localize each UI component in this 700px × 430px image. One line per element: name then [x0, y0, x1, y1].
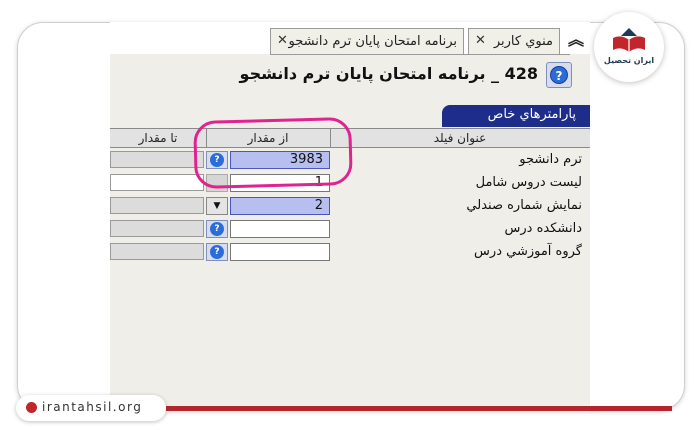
- tab-user-menu[interactable]: ✕ منوي کاربر: [468, 28, 560, 54]
- param-row-seat-number: ▼ 2 نمايش شماره صندلي: [110, 195, 590, 217]
- to-value-field: [110, 220, 204, 237]
- field-label: دانشکده درس: [504, 221, 583, 236]
- param-row-course-list: 1 ليست دروس شامل: [110, 172, 590, 194]
- help-button[interactable]: ?: [546, 62, 572, 88]
- from-value-field[interactable]: [230, 220, 330, 238]
- chevron-up-icon[interactable]: ︽: [566, 30, 586, 50]
- to-value-field: [110, 197, 204, 214]
- to-value-field: [110, 243, 204, 260]
- site-url: irantahsil.org: [42, 400, 143, 414]
- tab-label: برنامه امتحان پايان ترم دانشجو: [288, 34, 458, 49]
- close-icon[interactable]: ✕: [475, 33, 486, 48]
- field-label: ليست دروس شامل: [475, 175, 582, 190]
- tab-label: منوي کاربر: [493, 34, 553, 49]
- from-value-field[interactable]: [230, 243, 330, 261]
- tab-strip: ✕ برنامه امتحان پايان ترم دانشجو ✕ منوي …: [110, 22, 590, 54]
- column-header-field: عنوان فيلد: [433, 131, 487, 145]
- param-row-faculty: ? دانشکده درس: [110, 218, 590, 240]
- brand-logo: ايران تحصيل: [594, 12, 664, 82]
- to-value-field: [110, 151, 204, 168]
- lookup-button[interactable]: ?: [206, 220, 228, 238]
- footer-bar: [166, 406, 672, 411]
- from-value-field[interactable]: 2: [230, 197, 330, 215]
- to-value-field[interactable]: [110, 174, 204, 191]
- tab-special-params[interactable]: پارامترهاي خاص: [442, 105, 590, 127]
- app-window: ✕ برنامه امتحان پايان ترم دانشجو ✕ منوي …: [110, 22, 590, 412]
- close-icon[interactable]: ✕: [277, 33, 288, 48]
- tab-divider: [270, 54, 570, 55]
- site-badge: irantahsil.org: [16, 395, 166, 421]
- annotation-highlight: [193, 116, 353, 190]
- book-icon: [613, 28, 645, 52]
- lookup-button[interactable]: ?: [206, 243, 228, 261]
- question-mark-icon: ?: [550, 66, 568, 84]
- column-header-to: تا مقدار: [110, 129, 207, 148]
- question-mark-icon: ?: [210, 222, 224, 236]
- param-row-dept: ? گروه آموزشي درس: [110, 241, 590, 263]
- question-mark-icon: ?: [210, 245, 224, 259]
- globe-icon: [26, 402, 37, 413]
- dropdown-button[interactable]: ▼: [206, 197, 228, 215]
- logo-text: ايران تحصيل: [603, 56, 655, 65]
- field-label: ترم دانشجو: [519, 152, 582, 167]
- triangle-down-icon: ▼: [213, 201, 221, 211]
- page-title: 428 _ برنامه امتحان پايان ترم دانشجو: [239, 64, 538, 83]
- tab-exam-schedule[interactable]: ✕ برنامه امتحان پايان ترم دانشجو: [270, 28, 464, 54]
- field-label: نمايش شماره صندلي: [466, 198, 582, 213]
- tab-label: پارامترهاي خاص: [487, 107, 576, 122]
- field-label: گروه آموزشي درس: [474, 244, 582, 259]
